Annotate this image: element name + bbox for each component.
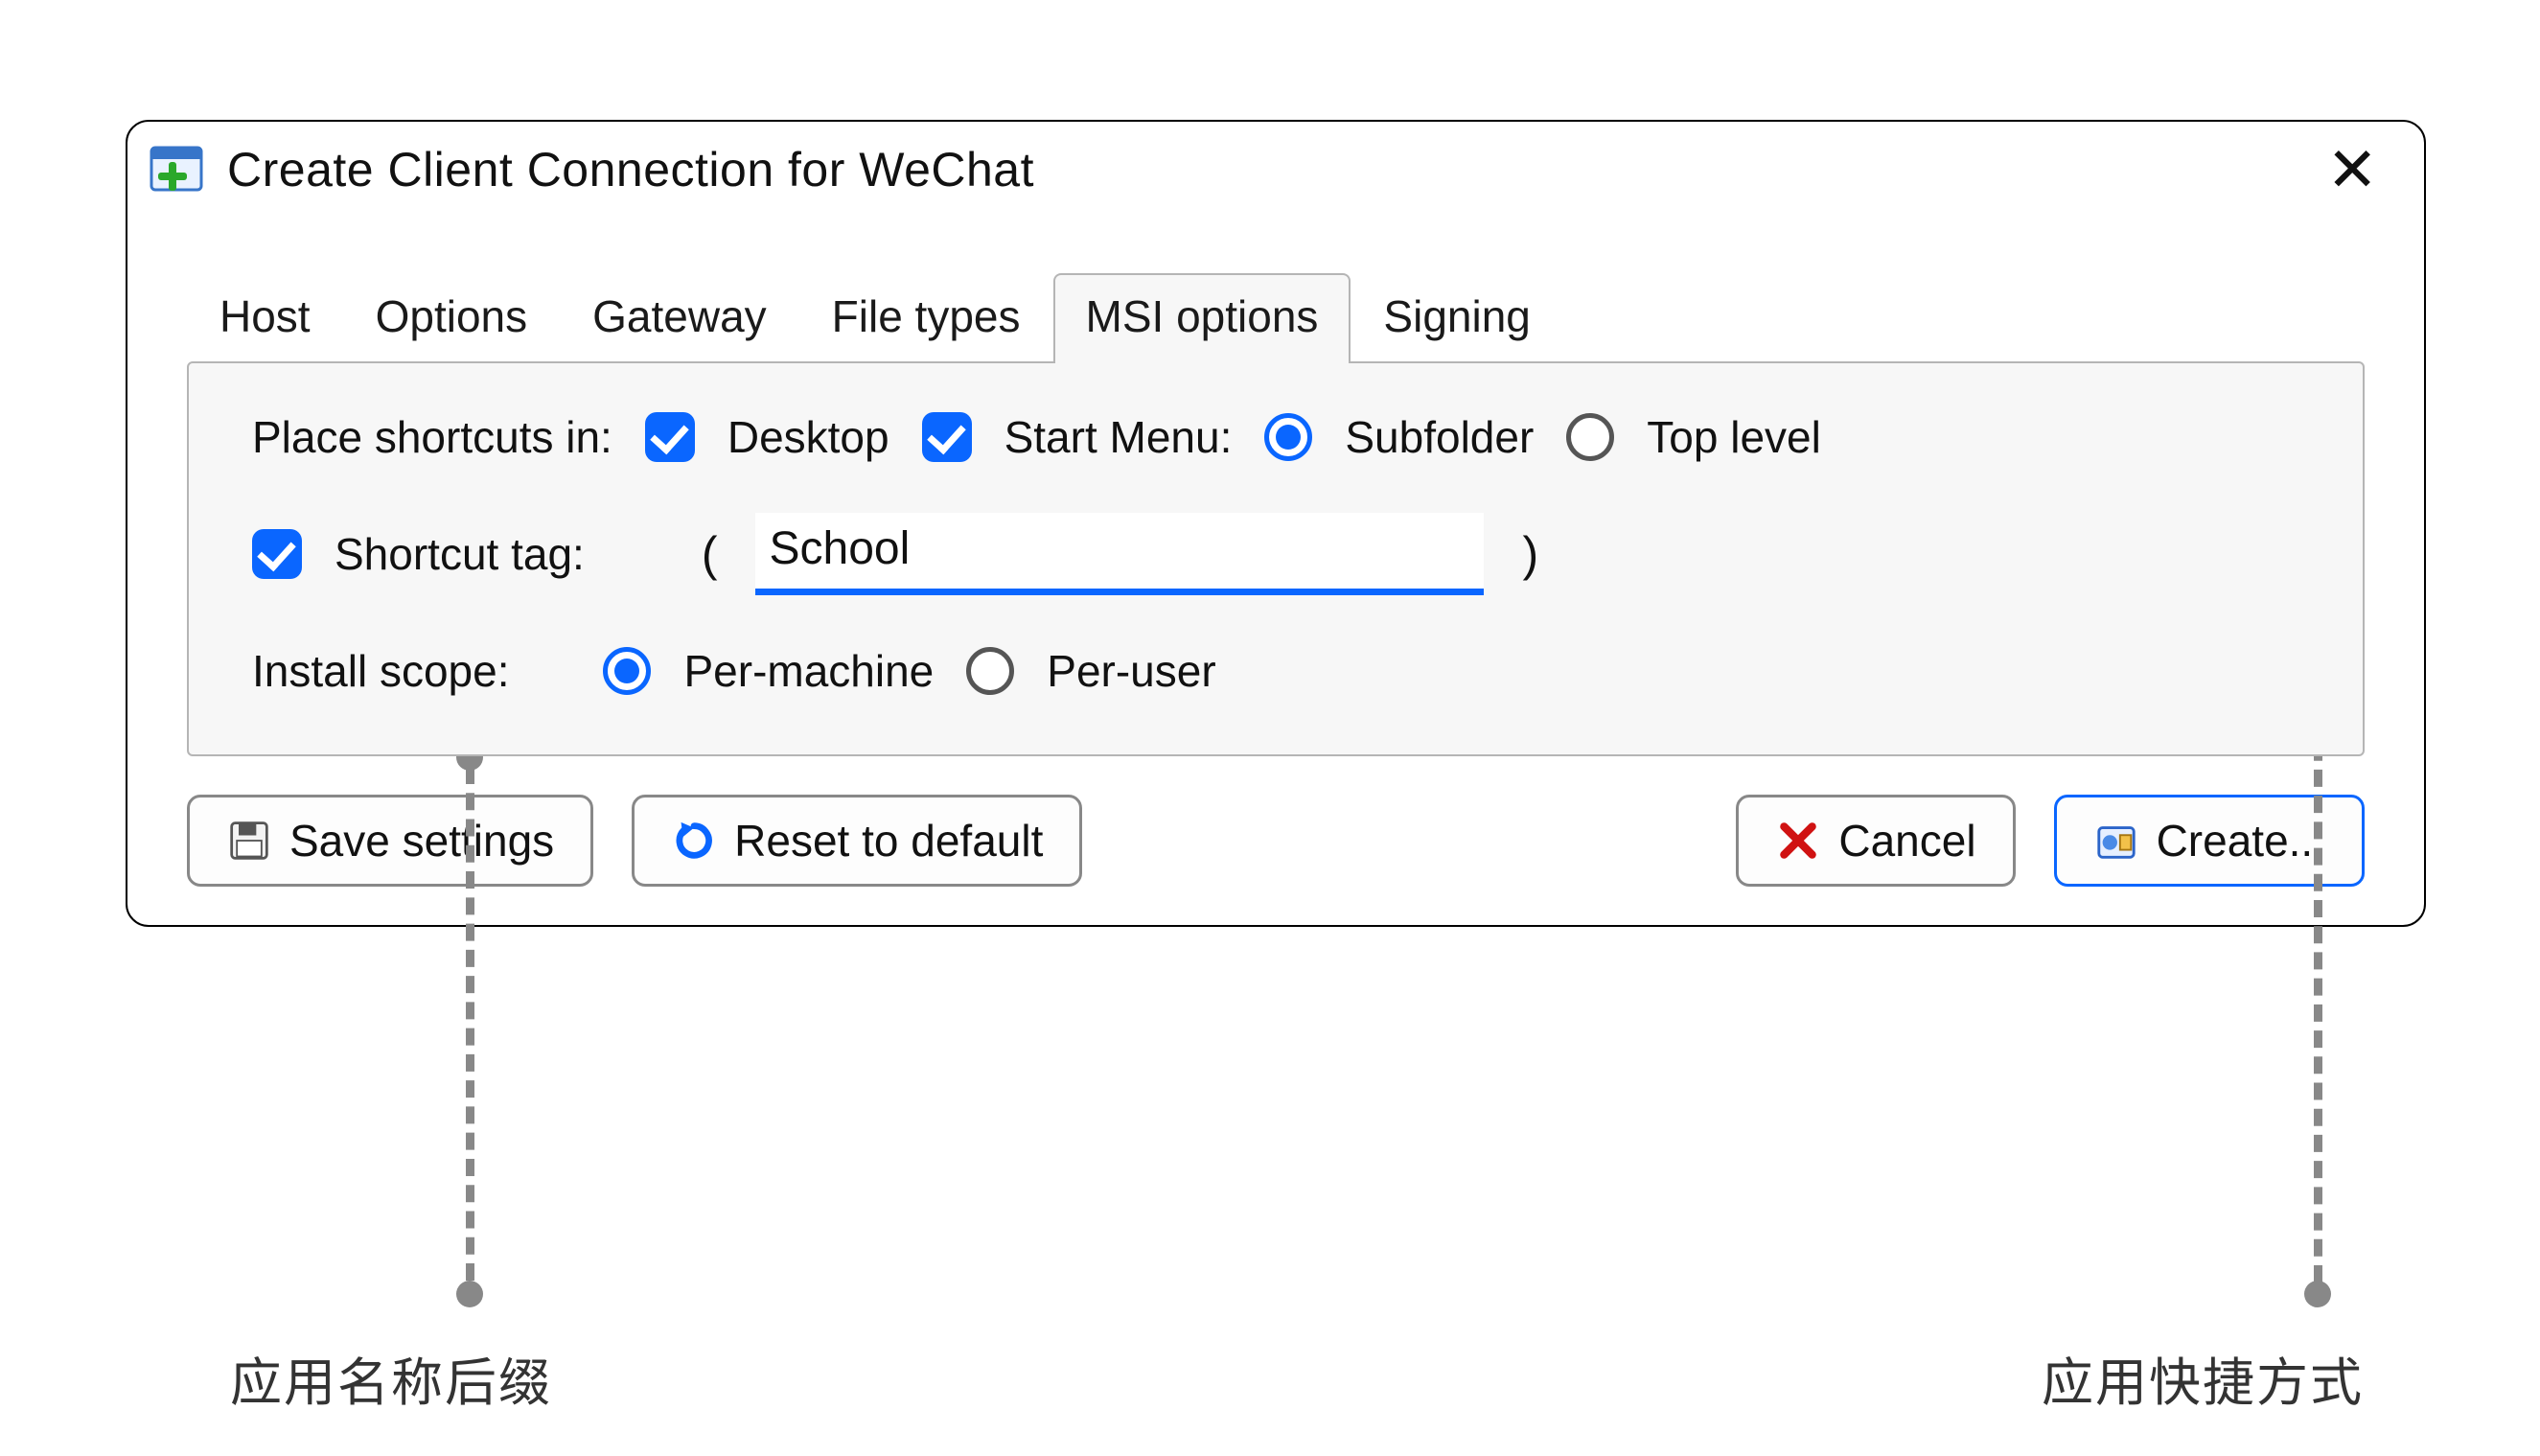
cancel-label: Cancel: [1838, 815, 1975, 867]
reset-default-label: Reset to default: [734, 815, 1043, 867]
cancel-button[interactable]: Cancel: [1736, 795, 2015, 887]
callout-label-shortcut: 应用快捷方式: [2042, 1340, 2364, 1416]
action-bar: Save settings Reset to default: [187, 795, 2365, 887]
label-per-user: Per-user: [1047, 645, 1215, 697]
close-button[interactable]: ✕: [2317, 139, 2388, 200]
app-window-icon: [149, 142, 204, 197]
label-per-machine: Per-machine: [683, 645, 934, 697]
input-shortcut-tag[interactable]: [755, 513, 1484, 595]
tab-msi-options[interactable]: MSI options: [1053, 273, 1351, 363]
create-label: Create...: [2157, 815, 2325, 867]
tab-options[interactable]: Options: [343, 273, 561, 361]
floppy-icon: [226, 818, 272, 864]
callout-line-suffix: [466, 767, 474, 1281]
checkbox-shortcut-tag[interactable]: [252, 529, 302, 579]
row-shortcut-tag: Shortcut tag: ( ): [252, 513, 2299, 595]
stage: Create Client Connection for WeChat ✕ Ho…: [0, 0, 2540, 1456]
callout-dot-suffix-bottom: [456, 1281, 483, 1307]
radio-top-level[interactable]: [1566, 413, 1614, 461]
tab-gateway[interactable]: Gateway: [560, 273, 799, 361]
tab-strip: Host Options Gateway File types MSI opti…: [187, 275, 2365, 361]
paren-open: (: [696, 526, 724, 582]
paren-close: ): [1516, 526, 1544, 582]
installer-icon: [2093, 818, 2139, 864]
label-place-shortcuts: Place shortcuts in:: [252, 411, 612, 463]
callout-label-suffix: 应用名称后缀: [230, 1340, 552, 1416]
window-title: Create Client Connection for WeChat: [227, 142, 2317, 197]
label-desktop: Desktop: [727, 411, 889, 463]
label-start-menu: Start Menu:: [1004, 411, 1233, 463]
label-install-scope: Install scope:: [252, 645, 509, 697]
checkbox-start-menu[interactable]: [922, 412, 972, 462]
radio-per-machine[interactable]: [603, 647, 651, 695]
panel-msi-options: Place shortcuts in: Desktop Start Menu: …: [187, 361, 2365, 756]
label-subfolder: Subfolder: [1345, 411, 1534, 463]
titlebar: Create Client Connection for WeChat ✕: [127, 122, 2424, 218]
tab-signing[interactable]: Signing: [1351, 273, 1562, 361]
radio-per-user[interactable]: [966, 647, 1014, 695]
reset-default-button[interactable]: Reset to default: [632, 795, 1082, 887]
save-settings-button[interactable]: Save settings: [187, 795, 593, 887]
callout-dot-shortcut-bottom: [2304, 1281, 2331, 1307]
label-top-level: Top level: [1647, 411, 1821, 463]
label-shortcut-tag: Shortcut tag:: [335, 528, 585, 580]
checkbox-desktop[interactable]: [645, 412, 695, 462]
refresh-icon: [671, 818, 717, 864]
row-install-scope: Install scope: Per-machine Per-user: [252, 645, 2299, 697]
save-settings-label: Save settings: [289, 815, 554, 867]
tab-host[interactable]: Host: [187, 273, 343, 361]
radio-subfolder[interactable]: [1264, 413, 1312, 461]
tab-file-types[interactable]: File types: [799, 273, 1053, 361]
cancel-icon: [1775, 818, 1821, 864]
spacer: [1120, 795, 1697, 887]
row-place-shortcuts: Place shortcuts in: Desktop Start Menu: …: [252, 411, 2299, 463]
